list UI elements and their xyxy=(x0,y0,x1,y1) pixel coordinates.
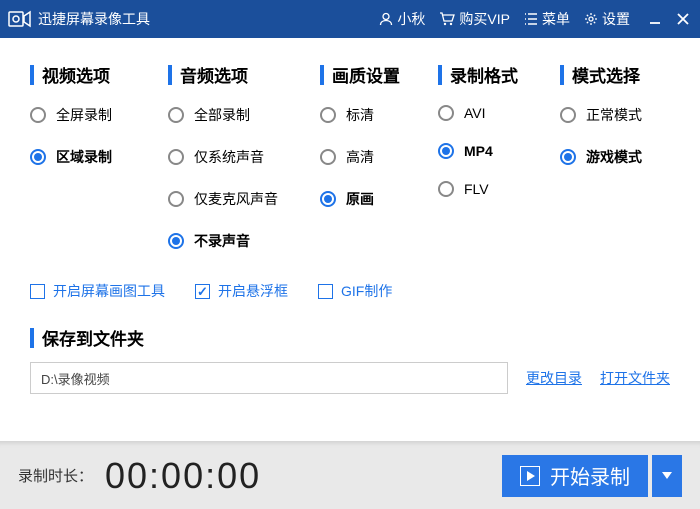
option-label: 游戏模式 xyxy=(586,147,642,167)
main-panel: 视频选项全屏录制区域录制音频选项全部录制仅系统声音仅麦克风声音不录声音画质设置标… xyxy=(0,38,700,406)
option-label: 仅系统声音 xyxy=(194,147,264,167)
option-format-1[interactable]: MP4 xyxy=(438,143,560,159)
column-heading: 模式选择 xyxy=(560,62,642,87)
radio-icon xyxy=(30,107,46,123)
camera-icon xyxy=(8,9,32,29)
option-format-2[interactable]: FLV xyxy=(438,181,560,197)
start-record-button[interactable]: 开始录制 xyxy=(502,455,648,497)
radio-icon xyxy=(168,149,184,165)
checkbox-icon xyxy=(30,284,45,299)
column-heading: 音频选项 xyxy=(168,62,320,87)
open-folder-link[interactable]: 打开文件夹 xyxy=(600,368,670,388)
option-mode-1[interactable]: 游戏模式 xyxy=(560,147,642,167)
option-label: 全部录制 xyxy=(194,105,250,125)
option-label: AVI xyxy=(464,105,486,121)
user-icon xyxy=(379,12,393,26)
column-heading: 视频选项 xyxy=(30,62,168,87)
save-heading: 保存到文件夹 xyxy=(30,325,670,350)
gear-icon xyxy=(584,12,598,26)
option-quality-1[interactable]: 高清 xyxy=(320,147,438,167)
title-bar: 迅捷屏幕录像工具 小秋 购买VIP 菜单 设置 xyxy=(0,0,700,38)
app-title: 迅捷屏幕录像工具 xyxy=(38,9,150,29)
option-audio-3[interactable]: 不录声音 xyxy=(168,231,320,251)
option-label: FLV xyxy=(464,181,489,197)
option-video-1[interactable]: 区域录制 xyxy=(30,147,168,167)
option-label: 标清 xyxy=(346,105,374,125)
radio-icon xyxy=(168,191,184,207)
check-float-window[interactable]: 开启悬浮框 xyxy=(195,281,288,301)
radio-icon xyxy=(168,107,184,123)
record-duration-label: 录制时长： xyxy=(18,465,93,486)
option-label: 正常模式 xyxy=(586,105,642,125)
radio-icon xyxy=(168,233,184,249)
option-audio-0[interactable]: 全部录制 xyxy=(168,105,320,125)
radio-icon xyxy=(438,181,454,197)
minimize-button[interactable] xyxy=(648,12,662,26)
close-icon xyxy=(676,12,690,26)
column-quality-settings: 画质设置标清高清原画 xyxy=(320,62,438,273)
option-label: 原画 xyxy=(346,189,374,209)
radio-icon xyxy=(30,149,46,165)
cart-icon xyxy=(439,12,455,26)
option-label: 区域录制 xyxy=(56,147,112,167)
settings-button[interactable]: 设置 xyxy=(584,9,630,29)
radio-icon xyxy=(320,107,336,123)
option-label: 高清 xyxy=(346,147,374,167)
vip-button[interactable]: 购买VIP xyxy=(439,9,510,29)
option-quality-2[interactable]: 原画 xyxy=(320,189,438,209)
checkbox-icon xyxy=(195,284,210,299)
play-icon xyxy=(520,466,540,486)
option-mode-0[interactable]: 正常模式 xyxy=(560,105,642,125)
option-label: MP4 xyxy=(464,143,493,159)
check-gif[interactable]: GIF制作 xyxy=(318,281,392,301)
option-video-0[interactable]: 全屏录制 xyxy=(30,105,168,125)
option-label: 全屏录制 xyxy=(56,105,112,125)
checkbox-icon xyxy=(318,284,333,299)
option-audio-1[interactable]: 仅系统声音 xyxy=(168,147,320,167)
record-duration-value: 00:00:00 xyxy=(105,455,261,497)
radio-icon xyxy=(320,149,336,165)
column-record-format: 录制格式 AVI MP4 FLV xyxy=(438,62,560,273)
menu-button[interactable]: 菜单 xyxy=(524,9,570,29)
user-button[interactable]: 小秋 xyxy=(379,9,425,29)
column-heading: 画质设置 xyxy=(320,62,438,87)
minimize-icon xyxy=(648,12,662,26)
close-button[interactable] xyxy=(676,12,690,26)
app-logo: 迅捷屏幕录像工具 xyxy=(8,9,150,29)
check-draw-tool[interactable]: 开启屏幕画图工具 xyxy=(30,281,165,301)
column-video-options: 视频选项全屏录制区域录制 xyxy=(30,62,168,273)
list-icon xyxy=(524,13,538,25)
column-audio-options: 音频选项全部录制仅系统声音仅麦克风声音不录声音 xyxy=(168,62,320,273)
radio-icon xyxy=(560,149,576,165)
option-format-0[interactable]: AVI xyxy=(438,105,560,121)
column-mode-select: 模式选择正常模式游戏模式 xyxy=(560,62,642,273)
bottom-bar: 录制时长： 00:00:00 开始录制 xyxy=(0,441,700,509)
option-quality-0[interactable]: 标清 xyxy=(320,105,438,125)
option-audio-2[interactable]: 仅麦克风声音 xyxy=(168,189,320,209)
option-label: 仅麦克风声音 xyxy=(194,189,278,209)
radio-icon xyxy=(560,107,576,123)
change-dir-link[interactable]: 更改目录 xyxy=(526,368,582,388)
column-heading: 录制格式 xyxy=(438,62,560,87)
radio-icon xyxy=(438,143,454,159)
option-label: 不录声音 xyxy=(194,231,250,251)
radio-icon xyxy=(438,105,454,121)
radio-icon xyxy=(320,191,336,207)
save-path-input[interactable] xyxy=(30,362,508,394)
start-record-dropdown[interactable] xyxy=(652,455,682,497)
